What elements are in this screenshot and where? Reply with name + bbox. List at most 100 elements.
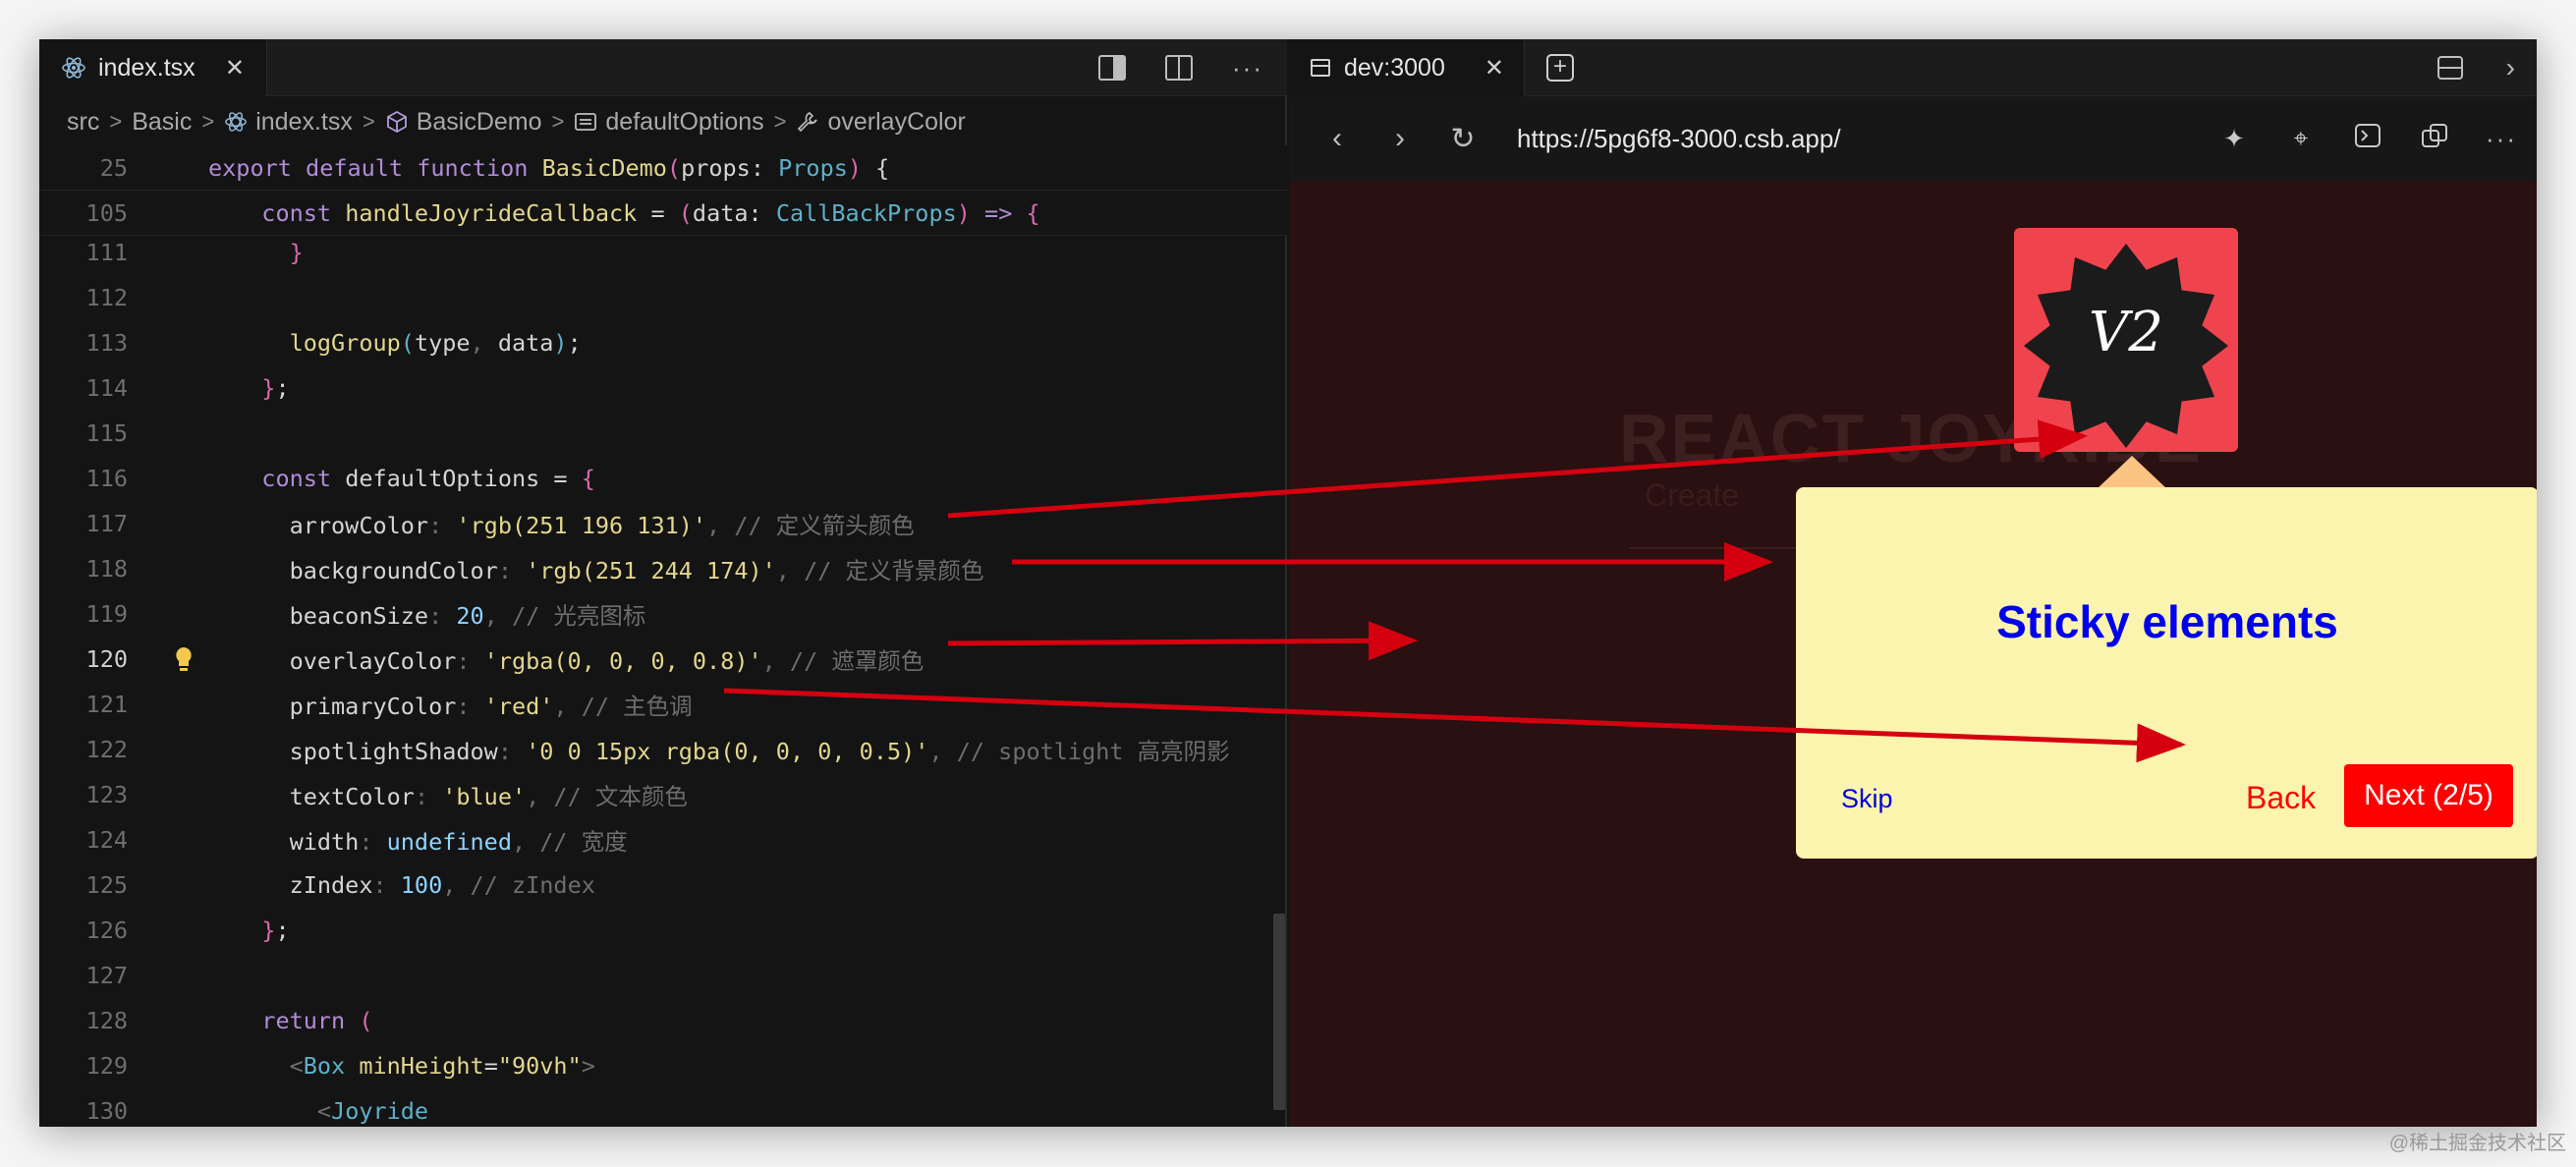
code-token: , // 宽度 (511, 828, 628, 856)
forward-icon[interactable]: › (1385, 122, 1415, 155)
lightbulb-icon[interactable] (173, 645, 195, 673)
code-line[interactable]: 127 (39, 953, 1287, 998)
code-text: zIndex: 100, // zIndex (234, 871, 595, 899)
code-line[interactable]: 129 <Box minHeight="90vh"> (39, 1043, 1287, 1088)
code-token: logGroup (289, 329, 401, 357)
code-token: ( (400, 329, 415, 357)
badge-icon: V2 (2024, 244, 2228, 448)
watermark: @稀土掘金技术社区 (2388, 1133, 2566, 1154)
code-line[interactable]: 119 beaconSize: 20, // 光亮图标 (39, 591, 1287, 637)
app-window: index.tsx ✕ ··· src > Basic > index.tsx (39, 39, 2537, 1127)
code-token: , // 定义箭头颜色 (706, 512, 915, 539)
code-token: , // 定义背景颜色 (775, 557, 984, 584)
tab-label: index.tsx (98, 53, 196, 82)
tooltip-arrow (2097, 456, 2167, 489)
code-line[interactable]: 113 logGroup(type, data); (39, 320, 1287, 365)
line-number: 124 (85, 826, 128, 854)
breadcrumb-item[interactable]: overlayColor (796, 107, 966, 137)
code-token: spotlightShadow (234, 738, 498, 765)
code-token: : (456, 693, 484, 720)
tab-index-tsx[interactable]: index.tsx ✕ (39, 39, 267, 96)
chevron-right-icon: > (362, 109, 375, 134)
split-editor-icon[interactable] (1165, 55, 1194, 81)
code-line[interactable]: 116 const defaultOptions = { (39, 456, 1287, 501)
code-line[interactable]: 122 spotlightShadow: '0 0 15px rgba(0, 0… (39, 727, 1287, 772)
line-number: 115 (85, 419, 128, 447)
editor-scrollbar[interactable] (1273, 914, 1285, 1110)
next-button[interactable]: Next (2/5) (2344, 764, 2513, 827)
code-token: props (681, 153, 751, 182)
window-actions: › (2436, 39, 2515, 96)
code-line[interactable]: 114 }; (39, 365, 1287, 411)
code-line[interactable]: 112 (39, 275, 1287, 320)
code-token: arrowColor (234, 512, 429, 539)
breadcrumb-label: BasicDemo (416, 107, 542, 136)
code-token: data (692, 198, 749, 227)
code-token: data (497, 329, 554, 357)
breadcrumb: src > Basic > index.tsx > BasicDemo > de… (67, 100, 966, 143)
code-token: Props (778, 153, 848, 182)
code-line[interactable]: 120 overlayColor: 'rgba(0, 0, 0, 0.8)', … (39, 637, 1287, 682)
code-token: { (1026, 198, 1040, 227)
code-line[interactable]: 111 } (39, 230, 1287, 275)
code-token: , (470, 329, 498, 357)
breadcrumb-label: overlayColor (827, 107, 966, 136)
breadcrumb-item[interactable]: index.tsx (224, 108, 353, 137)
code-token: , // 遮罩颜色 (761, 647, 924, 675)
layout-icon[interactable] (1098, 55, 1127, 81)
line-number: 118 (85, 555, 128, 583)
close-icon[interactable]: ✕ (1484, 54, 1504, 83)
more-icon[interactable]: ··· (2486, 124, 2517, 154)
code-line[interactable]: 128 return ( (39, 998, 1287, 1043)
copy-icon[interactable] (2419, 123, 2450, 155)
code-line[interactable]: 105 const handleJoyrideCallback = (data:… (39, 191, 1287, 236)
back-icon[interactable]: ‹ (1322, 122, 1352, 155)
sparkle-icon[interactable]: ✦ (2218, 124, 2250, 154)
terminal-icon[interactable] (2352, 123, 2383, 155)
code-token: return (261, 1007, 360, 1034)
code-line[interactable]: 126 }; (39, 908, 1287, 953)
code-line[interactable]: 125 zIndex: 100, // zIndex (39, 862, 1287, 908)
code-token: < (316, 1097, 332, 1125)
line-number: 114 (85, 374, 128, 402)
breadcrumb-label: index.tsx (255, 107, 353, 136)
code-area[interactable]: 111 } 112 113 logGroup(type, data); 114 }; 1… (39, 145, 1287, 1127)
close-icon[interactable]: ✕ (225, 54, 245, 83)
code-line[interactable]: 124 width: undefined, // 宽度 (39, 817, 1287, 862)
url-field[interactable]: https://5pg6f8-3000.csb.app/ (1517, 124, 1841, 154)
breadcrumb-item[interactable]: defaultOptions (574, 108, 764, 137)
code-line[interactable]: 123 textColor: 'blue', // 文本颜色 (39, 772, 1287, 817)
back-button[interactable]: Back (2246, 780, 2316, 816)
code-token: 'blue' (442, 783, 527, 810)
code-token: backgroundColor (234, 557, 498, 584)
code-line[interactable]: 115 (39, 411, 1287, 456)
code-text: overlayColor: 'rgba(0, 0, 0, 0.8)', // 遮… (234, 642, 924, 676)
chevron-right-icon[interactable]: › (2506, 52, 2515, 83)
logo-text: V2 (2089, 301, 2163, 364)
more-icon[interactable]: ··· (1232, 53, 1263, 83)
breadcrumb-item[interactable]: BasicDemo (385, 108, 542, 137)
breadcrumb-item[interactable]: src (67, 108, 99, 137)
code-text: logGroup(type, data); (234, 329, 582, 357)
crosshair-icon[interactable]: ⌖ (2285, 123, 2317, 154)
tab-dev-3000[interactable]: dev:3000 ✕ (1289, 39, 1525, 96)
page-icon (1311, 59, 1330, 77)
line-number: 125 (85, 871, 128, 899)
code-line[interactable]: 130 <Joyride (39, 1088, 1287, 1127)
code-line[interactable]: 121 primaryColor: 'red', // 主色调 (39, 682, 1287, 727)
reload-icon[interactable]: ↻ (1448, 122, 1478, 156)
code-line[interactable]: 117 arrowColor: 'rgb(251 196 131)', // 定… (39, 501, 1287, 546)
code-line[interactable]: 118 backgroundColor: 'rgb(251 244 174)',… (39, 546, 1287, 591)
code-text: }; (234, 374, 289, 402)
code-line[interactable]: 25 export default function BasicDemo(prop… (39, 145, 1287, 191)
code-token: "90vh" (497, 1052, 582, 1080)
skip-button[interactable]: Skip (1841, 784, 1893, 814)
breadcrumb-item[interactable]: Basic (132, 108, 192, 137)
new-tab-icon[interactable]: + (1546, 54, 1574, 82)
property-icon (575, 113, 597, 131)
code-token: , // 光亮图标 (483, 602, 646, 630)
browser-preview: dev:3000 ✕ + › ‹ › ↻ https://5pg6f8-3000… (1289, 39, 2537, 1127)
panel-icon[interactable] (2436, 56, 2463, 80)
